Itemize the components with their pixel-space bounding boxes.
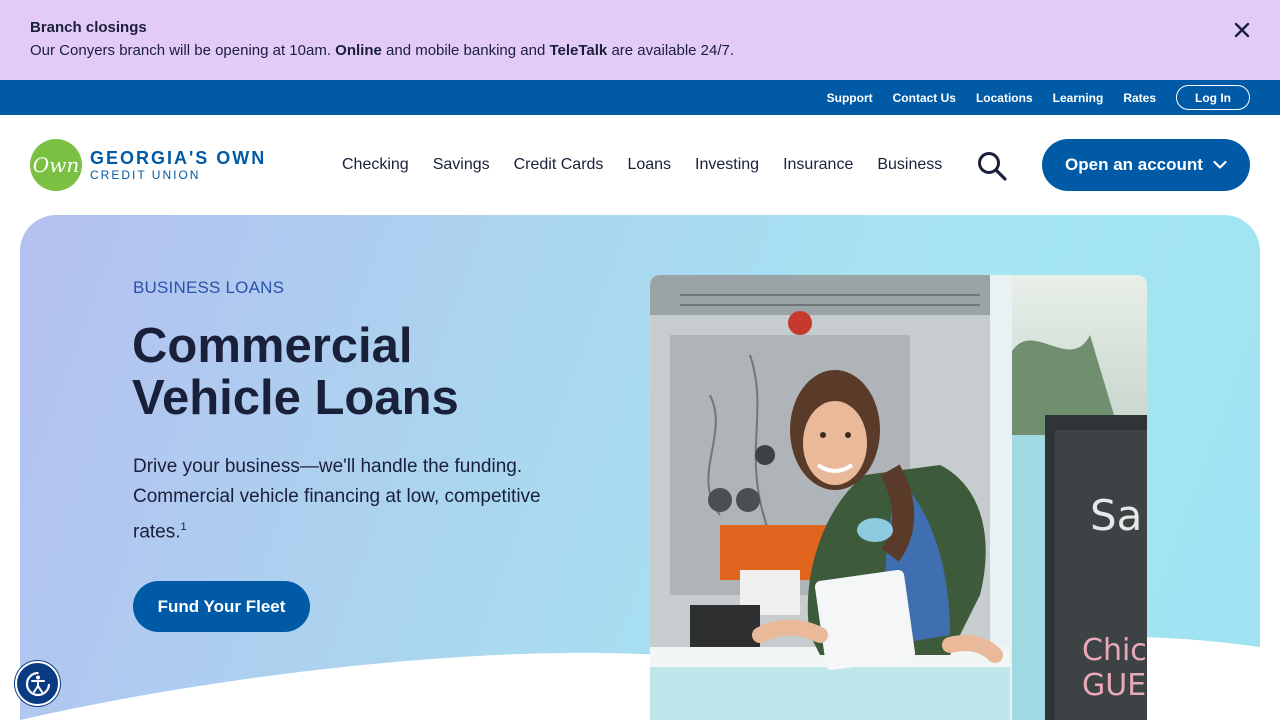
close-icon[interactable] [1230, 18, 1254, 42]
alert-link-online: Online [335, 42, 382, 59]
utility-link-support[interactable]: Support [827, 91, 873, 105]
svg-text:GUE: GUE [1082, 668, 1146, 703]
utility-link-locations[interactable]: Locations [976, 91, 1033, 105]
hero-image: Sa Chic GUE [650, 275, 1147, 720]
hero-eyebrow: BUSINESS LOANS [133, 278, 285, 297]
alert-message-middle: and mobile banking and [381, 42, 550, 59]
nav-item-loans[interactable]: Loans [627, 156, 671, 174]
logo-text: GEORGIA'S OWN CREDIT UNION [90, 148, 266, 182]
alert-link-teletalk: TeleTalk [549, 42, 608, 59]
open-account-label: Open an account [1065, 155, 1203, 174]
utility-links: Support Contact Us Locations Learning Ra… [827, 80, 1156, 115]
alert-title: Branch closings [30, 19, 147, 36]
login-button[interactable]: Log In [1176, 85, 1250, 110]
logo-line1: GEORGIA'S OWN [90, 148, 267, 168]
utility-link-rates[interactable]: Rates [1123, 91, 1156, 105]
utility-link-learning[interactable]: Learning [1053, 91, 1104, 105]
svg-text:Sa: Sa [1090, 491, 1142, 540]
utility-link-contact-us[interactable]: Contact Us [893, 91, 956, 105]
main-header: Own GEORGIA'S OWN CREDIT UNION Checking … [0, 115, 1280, 215]
logo-line2: CREDIT UNION [90, 168, 201, 182]
svg-text:Chic: Chic [1082, 633, 1147, 668]
logo[interactable]: Own GEORGIA'S OWN CREDIT UNION [30, 139, 266, 191]
alert-banner: Branch closings Our Conyers branch will … [0, 0, 1280, 80]
alert-message-prefix: Our Conyers branch will be opening at 10… [30, 42, 336, 59]
nav-item-insurance[interactable]: Insurance [783, 156, 853, 174]
nav-item-investing[interactable]: Investing [695, 156, 759, 174]
page-title: Commercial Vehicle Loans [132, 319, 459, 425]
nav-item-savings[interactable]: Savings [433, 156, 490, 174]
alert-message-suffix: are available 24/7. [607, 42, 735, 59]
open-account-button[interactable]: Open an account [1042, 139, 1250, 191]
chevron-down-icon [1213, 160, 1227, 169]
nav-item-checking[interactable]: Checking [342, 156, 409, 174]
hero-section: BUSINESS LOANS Commercial Vehicle Loans … [20, 215, 1260, 720]
hero-description: Drive your business—we'll handle the fun… [133, 452, 583, 547]
fund-your-fleet-button[interactable]: Fund Your Fleet [133, 581, 310, 632]
utility-nav: Support Contact Us Locations Learning Ra… [0, 80, 1280, 115]
nav-item-credit-cards[interactable]: Credit Cards [514, 156, 604, 174]
nav-item-business[interactable]: Business [877, 156, 942, 174]
accessibility-icon[interactable] [15, 661, 60, 706]
alert-message: Our Conyers branch will be opening at 10… [30, 40, 1250, 62]
primary-nav: Checking Savings Credit Cards Loans Inve… [342, 115, 966, 215]
footnote-marker[interactable]: 1 [181, 521, 187, 533]
hero-description-text: Drive your business—we'll handle the fun… [133, 456, 541, 543]
search-icon[interactable] [976, 151, 1008, 181]
logo-mark: Own [30, 139, 82, 191]
